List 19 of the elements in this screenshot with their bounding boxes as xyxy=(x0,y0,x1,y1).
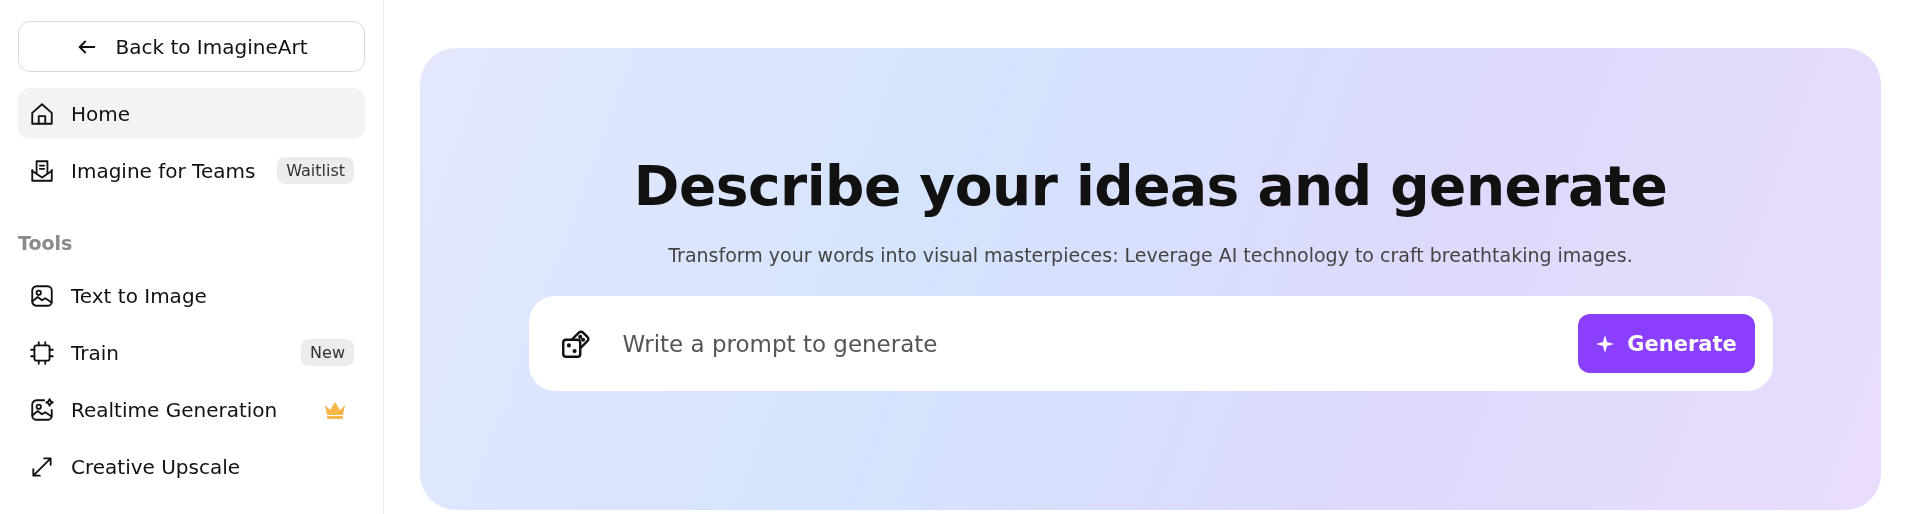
chip-icon xyxy=(29,339,55,366)
image-icon xyxy=(29,282,55,309)
back-button[interactable]: Back to ImagineArt xyxy=(18,21,365,72)
badge: Waitlist xyxy=(277,157,354,184)
sidebar-item[interactable]: Realtime Generation xyxy=(18,384,365,435)
hero-title: Describe your ideas and generate xyxy=(633,154,1668,218)
prompt-field[interactable]: Write a prompt to generate Generate xyxy=(528,296,1773,391)
sidebar-item[interactable]: Imagine for Teams Waitlist xyxy=(18,145,365,196)
sidebar-item[interactable]: Creative Upscale xyxy=(18,441,365,492)
badge: New xyxy=(301,339,354,366)
sidebar-item[interactable]: Train New xyxy=(18,327,365,378)
image-sparkle-icon xyxy=(29,396,55,423)
hero-subtitle: Transform your words into visual masterpieces: Leverage AI technology to craft breathtaking images. xyxy=(668,244,1633,266)
sidebar-item[interactable]: Text to Image xyxy=(18,270,365,321)
section-title: Tools xyxy=(18,232,74,254)
sidebar-item[interactable]: Home xyxy=(18,88,365,139)
home-icon xyxy=(29,100,55,127)
generate-button[interactable]: Generate xyxy=(1577,314,1755,373)
envelope-icon xyxy=(29,157,55,184)
